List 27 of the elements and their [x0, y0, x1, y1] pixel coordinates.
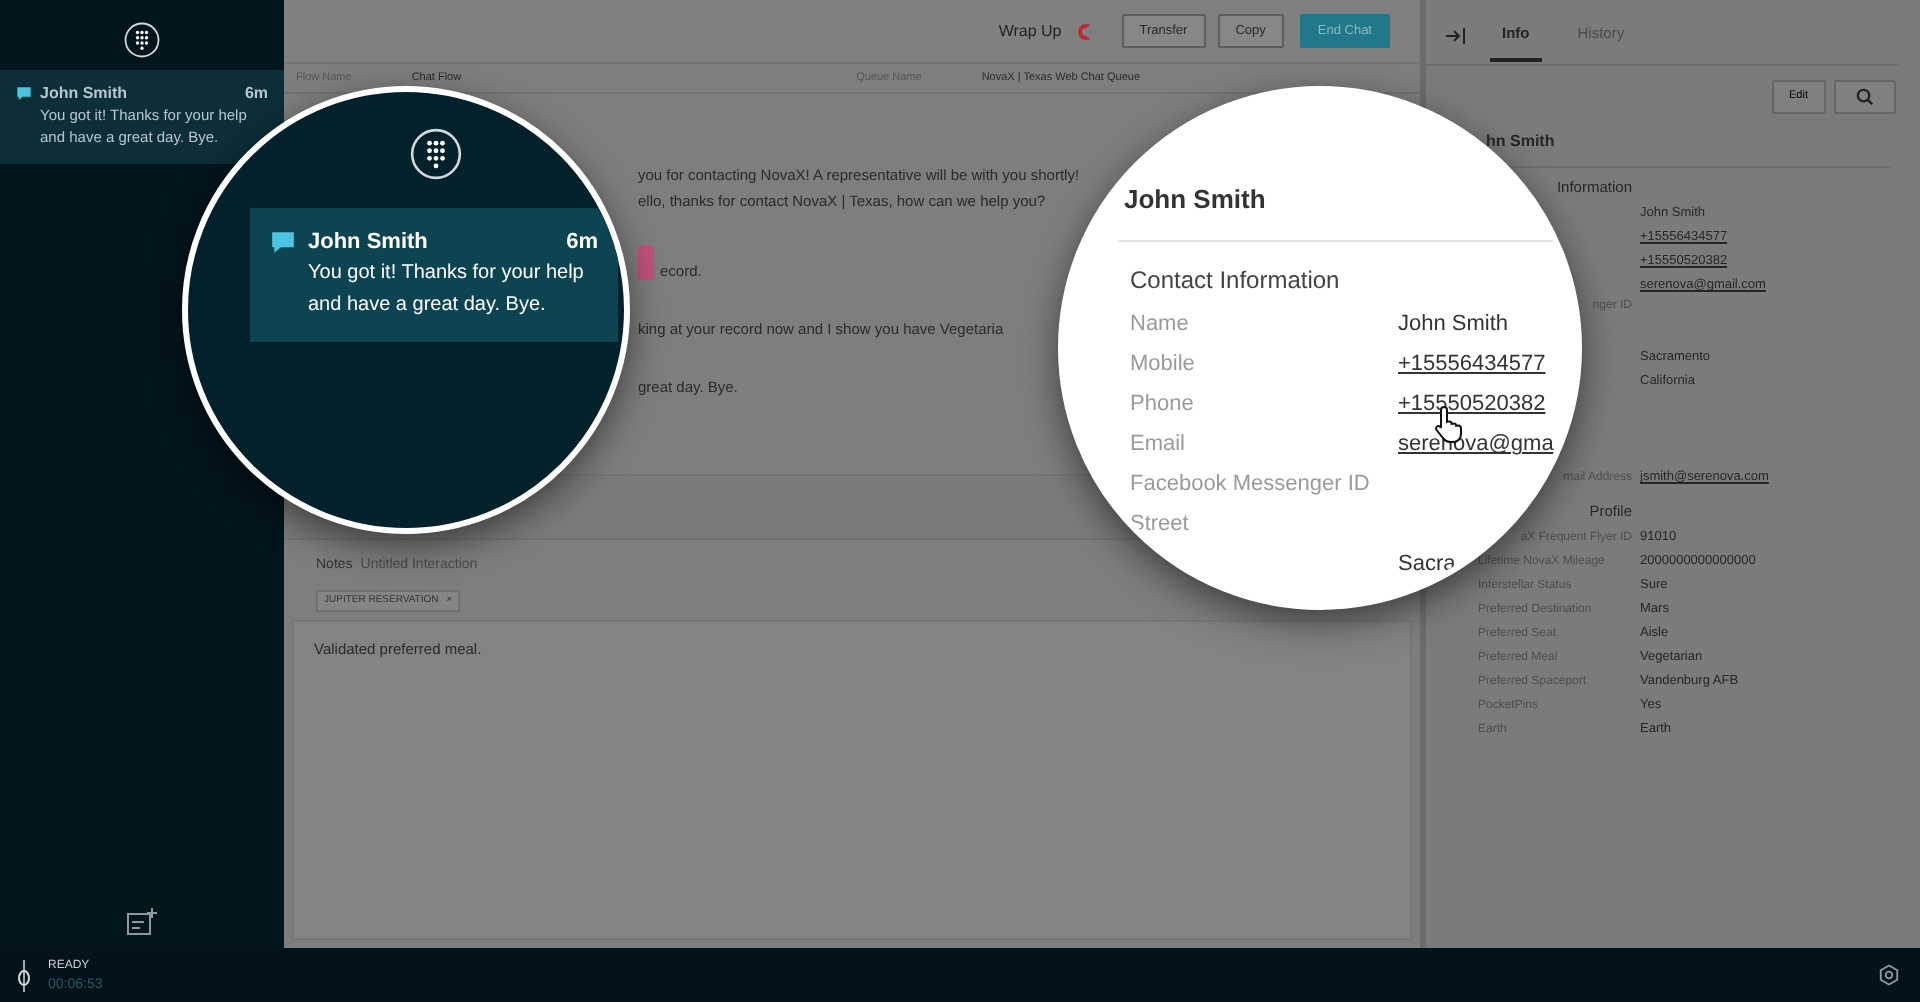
field-link[interactable]: +15556434577 [1398, 348, 1546, 382]
field-link[interactable]: serenova@gma [1398, 428, 1554, 462]
field-value: John Smith [1398, 310, 1509, 341]
field-value: Sacra [1398, 550, 1456, 581]
field-label: Facebook Messenger ID [1130, 470, 1370, 501]
contact-name: John Smith [40, 82, 128, 104]
keypad-icon[interactable] [410, 128, 462, 180]
conversation-item[interactable]: John Smith 6m You got it! Thanks for your help and have a great day. Bye. [250, 208, 618, 342]
field-label: Mobile [1130, 350, 1195, 381]
field-label: Email [1130, 430, 1186, 461]
settings-icon[interactable] [1878, 964, 1900, 986]
chat-icon [270, 230, 296, 256]
field-label: Name [1130, 310, 1189, 341]
field-link[interactable]: +15550520382 [1398, 388, 1546, 422]
search-icon [1856, 88, 1874, 106]
field-label: Phone [1130, 390, 1194, 421]
chat-icon [16, 86, 32, 102]
section-heading: Contact Information [1130, 263, 1342, 297]
new-note-icon[interactable] [126, 908, 158, 936]
status-icon [16, 959, 32, 991]
wrap-up-label: Wrap Up [998, 19, 1062, 43]
time-label: 6m [566, 228, 598, 258]
time-label: 6m [244, 82, 268, 104]
contact-name: John Smith [308, 228, 428, 258]
message-preview: You got it! Thanks for your help and have a great day. Bye. [308, 260, 586, 320]
collapse-icon[interactable] [1446, 27, 1466, 43]
search-button[interactable] [1834, 80, 1896, 114]
